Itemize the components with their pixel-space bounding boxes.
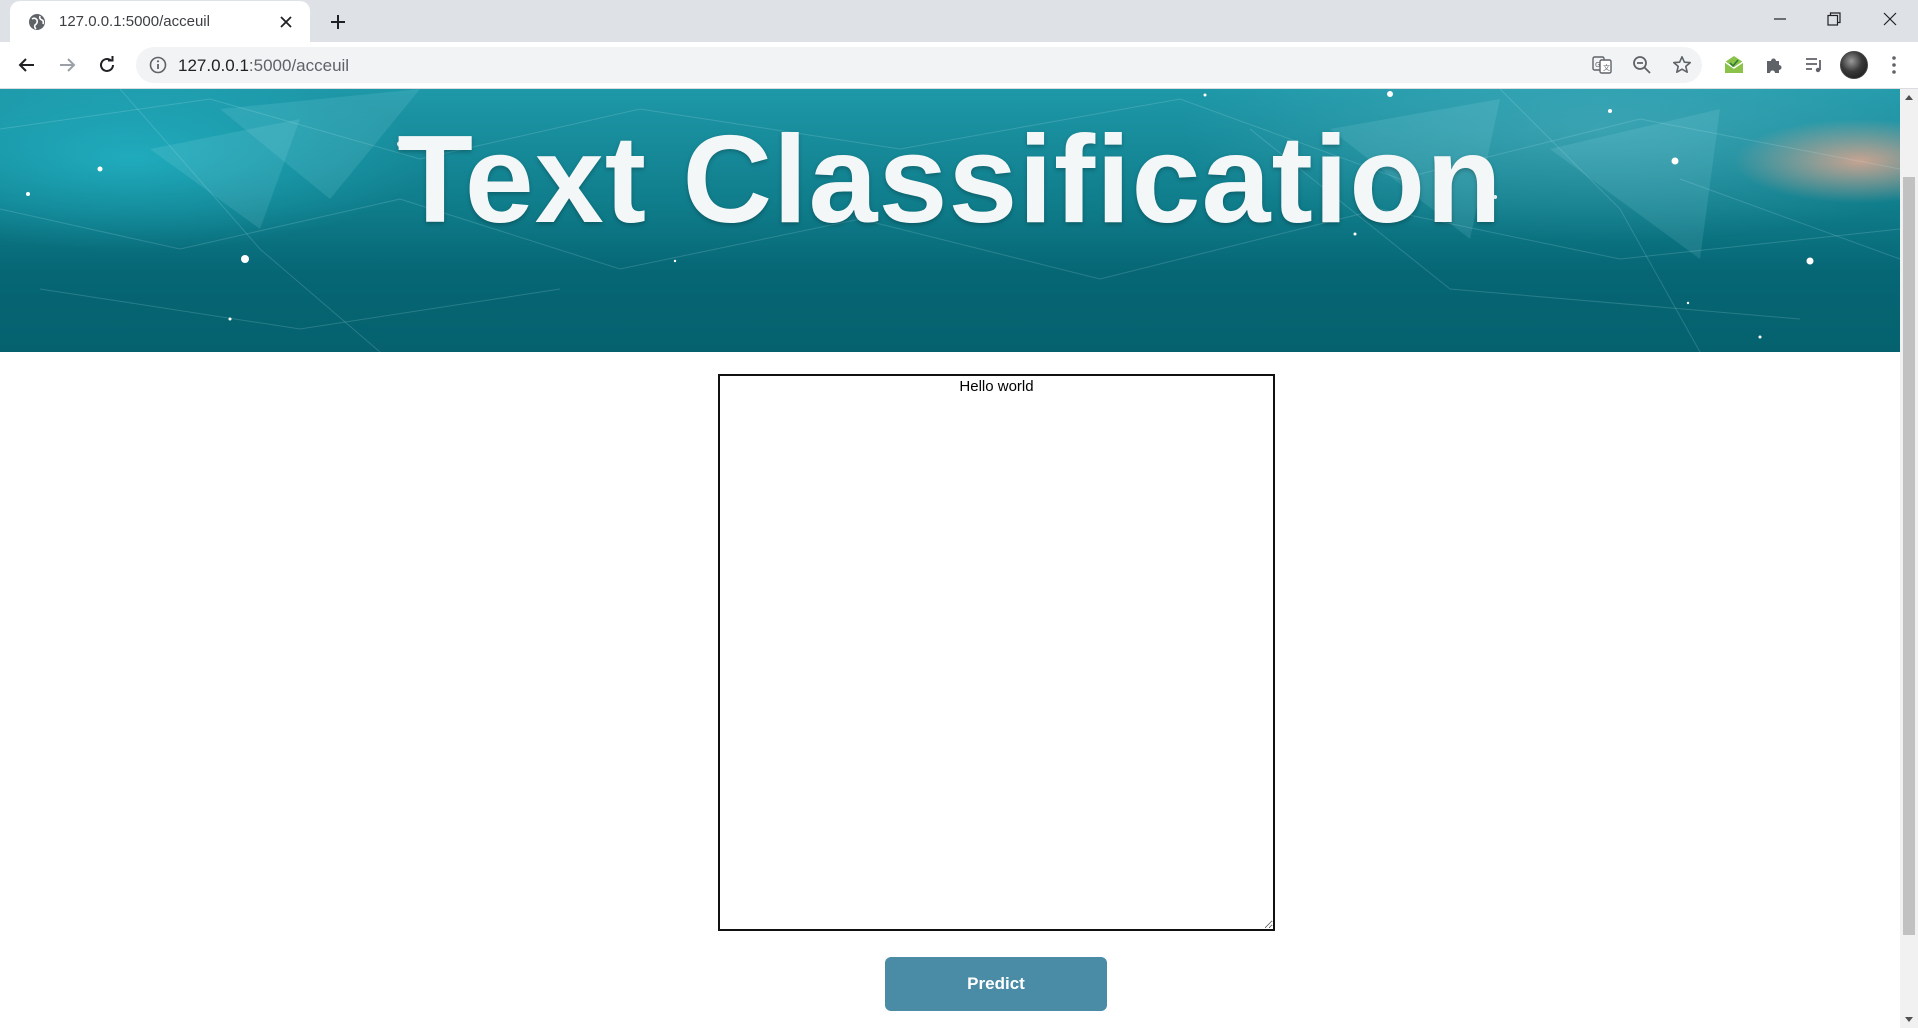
tab-title: 127.0.0.1:5000/acceuil (59, 13, 210, 30)
new-tab-button[interactable] (324, 8, 352, 36)
forward-button[interactable] (51, 49, 83, 81)
zoom-out-icon[interactable] (1630, 53, 1654, 77)
browser-tab[interactable]: 127.0.0.1:5000/acceuil (10, 1, 310, 42)
svg-text:文: 文 (1603, 63, 1610, 72)
bookmark-star-icon[interactable] (1670, 53, 1694, 77)
url-host: 127.0.0.1 (178, 56, 249, 75)
text-input-container: Hello world (718, 374, 1275, 931)
avatar-image (1840, 51, 1868, 79)
header-banner: Text Classification (0, 89, 1900, 352)
close-tab-icon[interactable] (274, 10, 298, 34)
tab-strip: 127.0.0.1:5000/acceuil (0, 0, 1918, 42)
extension-mail-icon[interactable] (1718, 49, 1750, 81)
scroll-down-arrow-icon[interactable] (1900, 1012, 1918, 1028)
profile-avatar[interactable] (1838, 49, 1870, 81)
text-input[interactable]: Hello world (718, 374, 1275, 931)
close-window-button[interactable] (1862, 0, 1918, 38)
restore-window-button[interactable] (1806, 0, 1862, 38)
address-bar[interactable]: 127.0.0.1:5000/acceuil G文 (136, 47, 1702, 83)
page-viewport: Text Classification Hello world Predict (0, 89, 1900, 1028)
scrollbar-thumb[interactable] (1903, 177, 1915, 935)
page-scrollbar[interactable] (1900, 89, 1918, 1028)
banner-title: Text Classification (397, 111, 1503, 249)
media-queue-icon[interactable] (1798, 49, 1830, 81)
address-url: 127.0.0.1:5000/acceuil (178, 56, 349, 76)
browser-toolbar: 127.0.0.1:5000/acceuil G文 (0, 42, 1918, 89)
predict-button[interactable]: Predict (885, 957, 1107, 1011)
reload-button[interactable] (91, 49, 123, 81)
browser-menu-icon[interactable] (1878, 49, 1910, 81)
svg-text:G: G (1595, 61, 1600, 69)
translate-icon[interactable]: G文 (1590, 53, 1614, 77)
site-info-icon[interactable] (148, 55, 168, 75)
globe-icon (27, 12, 47, 32)
back-button[interactable] (11, 49, 43, 81)
scroll-up-arrow-icon[interactable] (1900, 89, 1918, 105)
extensions-puzzle-icon[interactable] (1758, 49, 1790, 81)
url-path: :5000/acceuil (248, 56, 350, 75)
minimize-window-button[interactable] (1752, 0, 1808, 38)
